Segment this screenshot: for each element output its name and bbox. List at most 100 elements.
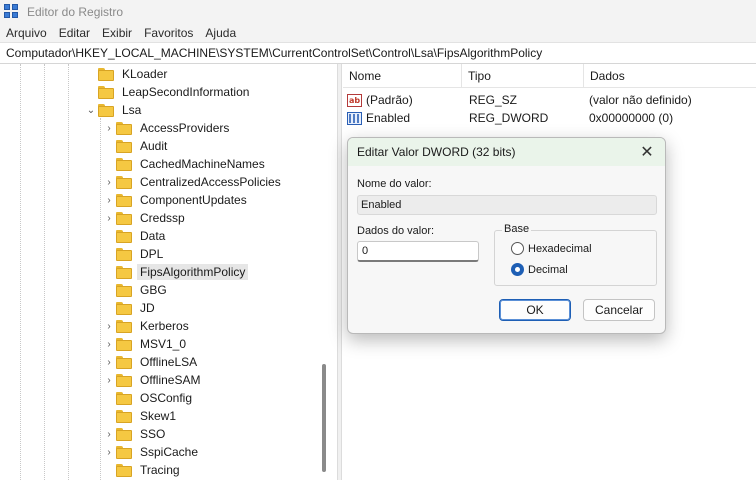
tree-item-label: KLoader: [122, 67, 168, 81]
tree-item[interactable]: › ComponentUpdates: [104, 191, 250, 209]
tree-item[interactable]: › SSO: [104, 425, 168, 443]
folder-icon: [116, 373, 132, 387]
folder-icon: [116, 229, 132, 243]
column-header-type[interactable]: Tipo: [461, 64, 583, 88]
tree-item-label: Kerberos: [140, 319, 189, 333]
tree-item[interactable]: OSConfig: [104, 389, 195, 407]
tree-scrollbar-thumb[interactable]: [322, 364, 326, 472]
tree-item-label: DPL: [140, 247, 164, 261]
tree-item-label: CentralizedAccessPolicies: [140, 175, 281, 189]
tree-item[interactable]: DPL: [104, 245, 166, 263]
tree-item-label: CachedMachineNames: [140, 157, 265, 171]
tree-item[interactable]: Skew1: [104, 407, 179, 425]
value-data-label: Dados do valor:: [357, 225, 435, 237]
tree-item-label: OfflineSAM: [140, 373, 201, 387]
ok-button[interactable]: OK: [499, 299, 571, 321]
tree-item[interactable]: › SspiCache: [104, 443, 201, 461]
tree-item-label: MSV1_0: [140, 337, 187, 351]
column-header-data[interactable]: Dados: [583, 64, 756, 88]
tree-item[interactable]: JD: [104, 299, 158, 317]
tree-item[interactable]: Audit: [104, 137, 170, 155]
base-label: Base: [502, 223, 532, 235]
chevron-right-icon[interactable]: ›: [104, 357, 114, 368]
value-data-input[interactable]: 0: [357, 241, 479, 262]
radio-decimal-label: Decimal: [528, 263, 568, 276]
chevron-right-icon[interactable]: ›: [104, 321, 114, 332]
folder-icon: [116, 175, 132, 189]
tree-item[interactable]: Data: [104, 227, 168, 245]
dialog-title-bar: Editar Valor DWORD (32 bits): [348, 138, 665, 166]
chevron-right-icon[interactable]: ›: [104, 429, 114, 440]
tree-item-label: JD: [140, 301, 155, 315]
dialog-title: Editar Valor DWORD (32 bits): [357, 145, 516, 159]
menu-favoritos[interactable]: Favoritos: [138, 26, 199, 40]
list-item[interactable]: Enabled REG_DWORD 0x00000000 (0): [343, 109, 756, 127]
tree-item-label: GBG: [140, 283, 167, 297]
tree-guide-line: [100, 118, 101, 480]
tree-item[interactable]: LeapSecondInformation: [86, 83, 252, 101]
tree-item[interactable]: › OfflineLSA: [104, 353, 200, 371]
tree-item[interactable]: › CentralizedAccessPolicies: [104, 173, 284, 191]
menu-arquivo[interactable]: Arquivo: [0, 26, 53, 40]
tree-item[interactable]: KLoader: [86, 65, 170, 83]
value-type: REG_DWORD: [469, 111, 549, 125]
chevron-right-icon[interactable]: ›: [104, 375, 114, 386]
tree-item-label: Tracing: [140, 463, 180, 477]
tree-item[interactable]: › AccessProviders: [104, 119, 232, 137]
column-header-name[interactable]: Nome: [343, 64, 461, 88]
chevron-right-icon[interactable]: ›: [104, 177, 114, 188]
tree-item[interactable]: Tracing: [104, 461, 183, 479]
chevron-right-icon[interactable]: ›: [104, 195, 114, 206]
menu-exibir[interactable]: Exibir: [96, 26, 138, 40]
radio-decimal-indicator[interactable]: [511, 263, 524, 276]
chevron-right-icon[interactable]: ›: [104, 339, 114, 350]
close-icon[interactable]: ✕: [637, 142, 657, 162]
tree-item-label: Skew1: [140, 409, 177, 423]
radio-hexadecimal[interactable]: Hexadecimal: [511, 242, 592, 255]
tree-item-label: AccessProviders: [140, 121, 230, 135]
menu-bar: Arquivo Editar Exibir Favoritos Ajuda: [0, 24, 756, 42]
tree-item[interactable]: › OfflineSAM: [104, 371, 203, 389]
radio-decimal[interactable]: Decimal: [511, 263, 568, 276]
tree-item[interactable]: FipsAlgorithmPolicy: [104, 263, 249, 281]
tree-item-label: FipsAlgorithmPolicy: [137, 264, 249, 280]
chevron-right-icon[interactable]: ›: [104, 447, 114, 458]
folder-icon: [116, 445, 132, 459]
string-value-icon: ab: [347, 93, 362, 107]
registry-tree[interactable]: KLoader LeapSecondInformation ⌄ Lsa › AccessP…: [0, 64, 338, 480]
folder-icon: [116, 283, 132, 297]
chevron-right-icon[interactable]: ›: [104, 213, 114, 224]
tree-item-label: Data: [140, 229, 166, 243]
radio-hexadecimal-label: Hexadecimal: [528, 242, 592, 255]
title-bar: Editor do Registro: [0, 0, 756, 24]
menu-ajuda[interactable]: Ajuda: [199, 26, 242, 40]
tree-item[interactable]: GBG: [104, 281, 170, 299]
tree-item[interactable]: CachedMachineNames: [104, 155, 268, 173]
tree-item[interactable]: › Credssp: [104, 209, 188, 227]
tree-guide-line: [68, 64, 69, 480]
radio-hexadecimal-indicator[interactable]: [511, 242, 524, 255]
dword-value-icon: [347, 111, 362, 125]
folder-icon: [116, 391, 132, 405]
address-bar[interactable]: Computador\HKEY_LOCAL_MACHINE\SYSTEM\Cur…: [0, 42, 756, 64]
chevron-down-icon[interactable]: ⌄: [86, 105, 96, 116]
folder-icon: [98, 85, 114, 99]
chevron-right-icon[interactable]: ›: [104, 123, 114, 134]
tree-item[interactable]: › Kerberos: [104, 317, 192, 335]
tree-item[interactable]: › MSV1_0: [104, 335, 189, 353]
base-group: [494, 230, 657, 286]
list-item[interactable]: ab (Padrão) REG_SZ (valor não definido): [343, 91, 756, 109]
folder-icon: [98, 67, 114, 81]
tree-guide-line: [44, 64, 45, 480]
folder-icon: [98, 103, 114, 117]
pane-splitter[interactable]: [338, 64, 342, 480]
tree-item[interactable]: ⌄ Lsa: [86, 101, 144, 119]
folder-icon: [116, 265, 132, 279]
tree-item-label: ComponentUpdates: [140, 193, 247, 207]
menu-editar[interactable]: Editar: [53, 26, 96, 40]
folder-icon: [116, 337, 132, 351]
tree-item-label: Audit: [140, 139, 168, 153]
folder-icon: [116, 319, 132, 333]
cancel-button[interactable]: Cancelar: [583, 299, 655, 321]
tree-item-label: OfflineLSA: [140, 355, 198, 369]
